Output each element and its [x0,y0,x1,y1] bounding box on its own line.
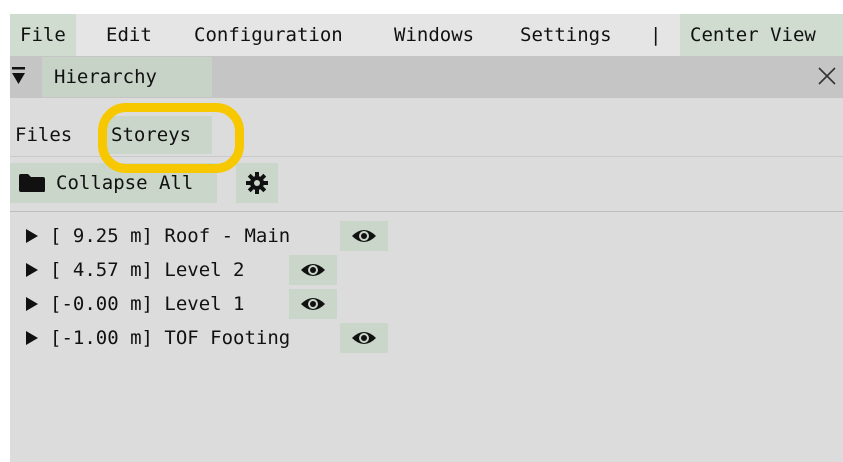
menu-configuration[interactable]: Configuration [184,14,353,56]
eye-icon [301,264,325,276]
menu-settings[interactable]: Settings [510,14,622,56]
tree-row-label: [-0.00 m] Level 1 [50,293,245,315]
menu-separator: | [650,24,662,46]
window-title[interactable]: Hierarchy [42,57,212,97]
settings-button[interactable] [236,163,278,203]
triangle-right-icon[interactable] [26,263,38,277]
tree-row[interactable]: [ 4.57 m] Level 2 [10,253,843,287]
eye-icon [352,332,376,344]
triangle-down-icon[interactable] [10,65,28,87]
tree-row[interactable]: [-1.00 m] TOF Footing [10,321,843,355]
menu-bar: File Edit Configuration Windows Settings… [10,14,843,56]
hierarchy-app: File Edit Configuration Windows Settings… [10,14,843,462]
visibility-toggle[interactable] [289,289,337,319]
visibility-toggle[interactable] [289,255,337,285]
close-icon[interactable] [817,66,837,86]
toolbar-divider [10,211,843,212]
triangle-right-icon[interactable] [26,229,38,243]
tab-bar: Files Storeys [10,112,843,157]
eye-icon [301,298,325,310]
tree-row[interactable]: [-0.00 m] Level 1 [10,287,843,321]
window-title-bar: Hierarchy [10,56,843,98]
menu-file[interactable]: File [10,14,76,56]
tab-files[interactable]: Files [10,116,77,154]
toolbar: Collapse All [10,163,843,205]
triangle-right-icon[interactable] [26,297,38,311]
menu-windows[interactable]: Windows [384,14,484,56]
gear-icon [246,172,268,194]
menu-center-view[interactable]: Center View [680,14,843,56]
visibility-toggle[interactable] [340,323,388,353]
tree-row[interactable]: [ 9.25 m] Roof - Main [10,219,843,253]
triangle-right-icon[interactable] [26,331,38,345]
tree-row-label: [ 4.57 m] Level 2 [50,259,245,281]
tree-row-label: [-1.00 m] TOF Footing [50,327,291,349]
collapse-all-label: Collapse All [56,172,194,194]
tree-row-label: [ 9.25 m] Roof - Main [50,225,291,247]
visibility-toggle[interactable] [340,221,388,251]
collapse-all-button[interactable]: Collapse All [10,163,217,203]
eye-icon [352,230,376,242]
menu-edit[interactable]: Edit [96,14,162,56]
tab-storeys[interactable]: Storeys [106,116,212,154]
folder-icon [19,174,45,192]
